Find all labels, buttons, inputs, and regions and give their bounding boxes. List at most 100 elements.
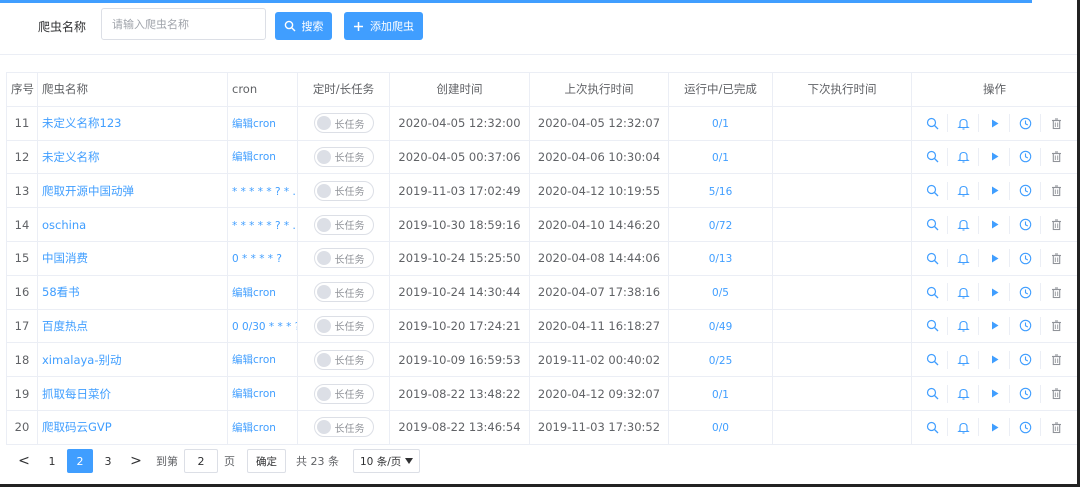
search-action[interactable] [917, 114, 948, 133]
spider-name-link[interactable]: 58看书 [42, 285, 80, 299]
trash-action[interactable] [1041, 351, 1072, 369]
long-task-toggle[interactable]: 长任务 [313, 214, 374, 235]
bell-action[interactable] [948, 147, 979, 166]
bell-action[interactable] [948, 114, 979, 133]
play-action[interactable] [979, 316, 1010, 335]
spider-name-link[interactable]: oschina [42, 218, 86, 232]
progress-link[interactable]: 5/16 [709, 186, 733, 198]
play-action[interactable] [979, 114, 1010, 133]
search-button[interactable]: 搜索 [275, 12, 332, 40]
page-2[interactable]: 2 [67, 449, 93, 473]
play-action[interactable] [979, 215, 1010, 234]
clock-action[interactable] [1010, 147, 1041, 166]
progress-link[interactable]: 0/72 [709, 220, 733, 232]
progress-link[interactable]: 0/49 [709, 321, 733, 333]
cron-link[interactable]: 编辑cron [232, 287, 276, 299]
play-action[interactable] [979, 384, 1010, 403]
play-action[interactable] [979, 147, 1010, 166]
long-task-toggle[interactable]: 长任务 [313, 113, 374, 134]
page-size-select[interactable]: 10 条/页 [353, 449, 421, 473]
trash-action[interactable] [1041, 216, 1072, 234]
cron-link[interactable]: 编辑cron [232, 118, 276, 130]
progress-link[interactable]: 0/5 [712, 287, 729, 299]
long-task-toggle[interactable]: 长任务 [313, 349, 374, 370]
play-action[interactable] [979, 350, 1010, 369]
cron-link[interactable]: 编辑cron [232, 388, 276, 400]
play-action[interactable] [979, 283, 1010, 302]
trash-action[interactable] [1041, 418, 1072, 436]
next-page-button[interactable]: > [122, 449, 150, 473]
play-action[interactable] [979, 181, 1010, 200]
clock-action[interactable] [1010, 215, 1041, 234]
long-task-toggle[interactable]: 长任务 [313, 146, 374, 167]
spider-name-link[interactable]: 百度热点 [42, 319, 88, 333]
search-action[interactable] [917, 316, 948, 335]
add-spider-button[interactable]: 添加爬虫 [344, 12, 423, 40]
spider-name-link[interactable]: 抓取每日菜价 [42, 387, 111, 401]
trash-action[interactable] [1041, 182, 1072, 200]
bell-action[interactable] [948, 215, 979, 234]
goto-page-input[interactable] [184, 449, 218, 473]
trash-action[interactable] [1041, 249, 1072, 267]
trash-action[interactable] [1041, 148, 1072, 166]
bell-action[interactable] [948, 350, 979, 369]
progress-link[interactable]: 0/1 [712, 118, 729, 130]
confirm-page-button[interactable]: 确定 [247, 449, 286, 473]
clock-action[interactable] [1010, 181, 1041, 200]
progress-link[interactable]: 0/25 [709, 355, 733, 367]
long-task-toggle[interactable]: 长任务 [313, 315, 374, 336]
clock-action[interactable] [1010, 316, 1041, 335]
cron-link[interactable]: 编辑cron [232, 422, 276, 434]
cron-link[interactable]: * * * * * ? * … [232, 186, 297, 198]
spider-name-link[interactable]: 中国消费 [42, 251, 88, 265]
search-action[interactable] [917, 350, 948, 369]
long-task-toggle[interactable]: 长任务 [313, 248, 374, 269]
search-action[interactable] [917, 418, 948, 437]
cron-link[interactable]: 编辑cron [232, 354, 276, 366]
trash-action[interactable] [1041, 114, 1072, 132]
page-1[interactable]: 1 [39, 449, 65, 473]
long-task-toggle[interactable]: 长任务 [313, 417, 374, 438]
progress-link[interactable]: 0/1 [712, 152, 729, 164]
cron-link[interactable]: 0 * * * * ? [232, 253, 282, 265]
bell-action[interactable] [948, 316, 979, 335]
clock-action[interactable] [1010, 350, 1041, 369]
progress-link[interactable]: 0/0 [712, 422, 729, 434]
progress-link[interactable]: 0/1 [712, 389, 729, 401]
clock-action[interactable] [1010, 114, 1041, 133]
search-action[interactable] [917, 215, 948, 234]
play-action[interactable] [979, 249, 1010, 268]
bell-action[interactable] [948, 384, 979, 403]
bell-action[interactable] [948, 283, 979, 302]
search-action[interactable] [917, 147, 948, 166]
progress-link[interactable]: 0/13 [709, 253, 733, 265]
spider-name-link[interactable]: 未定义名称123 [42, 116, 121, 130]
bell-action[interactable] [948, 249, 979, 268]
clock-action[interactable] [1010, 418, 1041, 437]
trash-action[interactable] [1041, 317, 1072, 335]
play-action[interactable] [979, 418, 1010, 437]
spider-name-input[interactable] [101, 8, 266, 40]
search-action[interactable] [917, 181, 948, 200]
prev-page-button[interactable]: < [10, 449, 38, 473]
long-task-toggle[interactable]: 长任务 [313, 383, 374, 404]
search-action[interactable] [917, 384, 948, 403]
clock-action[interactable] [1010, 249, 1041, 268]
clock-action[interactable] [1010, 384, 1041, 403]
page-3[interactable]: 3 [95, 449, 121, 473]
bell-action[interactable] [948, 418, 979, 437]
long-task-toggle[interactable]: 长任务 [313, 180, 374, 201]
spider-name-link[interactable]: 爬取码云GVP [42, 420, 112, 434]
spider-name-link[interactable]: ximalaya-别动 [42, 353, 122, 367]
bell-action[interactable] [948, 181, 979, 200]
spider-name-link[interactable]: 爬取开源中国动弹 [42, 184, 134, 198]
long-task-toggle[interactable]: 长任务 [313, 282, 374, 303]
cron-link[interactable]: 编辑cron [232, 151, 276, 163]
cron-link[interactable]: * * * * * ? * … [232, 220, 297, 232]
search-action[interactable] [917, 249, 948, 268]
spider-name-link[interactable]: 未定义名称 [42, 150, 100, 164]
search-action[interactable] [917, 283, 948, 302]
trash-action[interactable] [1041, 385, 1072, 403]
trash-action[interactable] [1041, 283, 1072, 301]
cron-link[interactable]: 0 0/30 * * * ? … [232, 321, 297, 333]
